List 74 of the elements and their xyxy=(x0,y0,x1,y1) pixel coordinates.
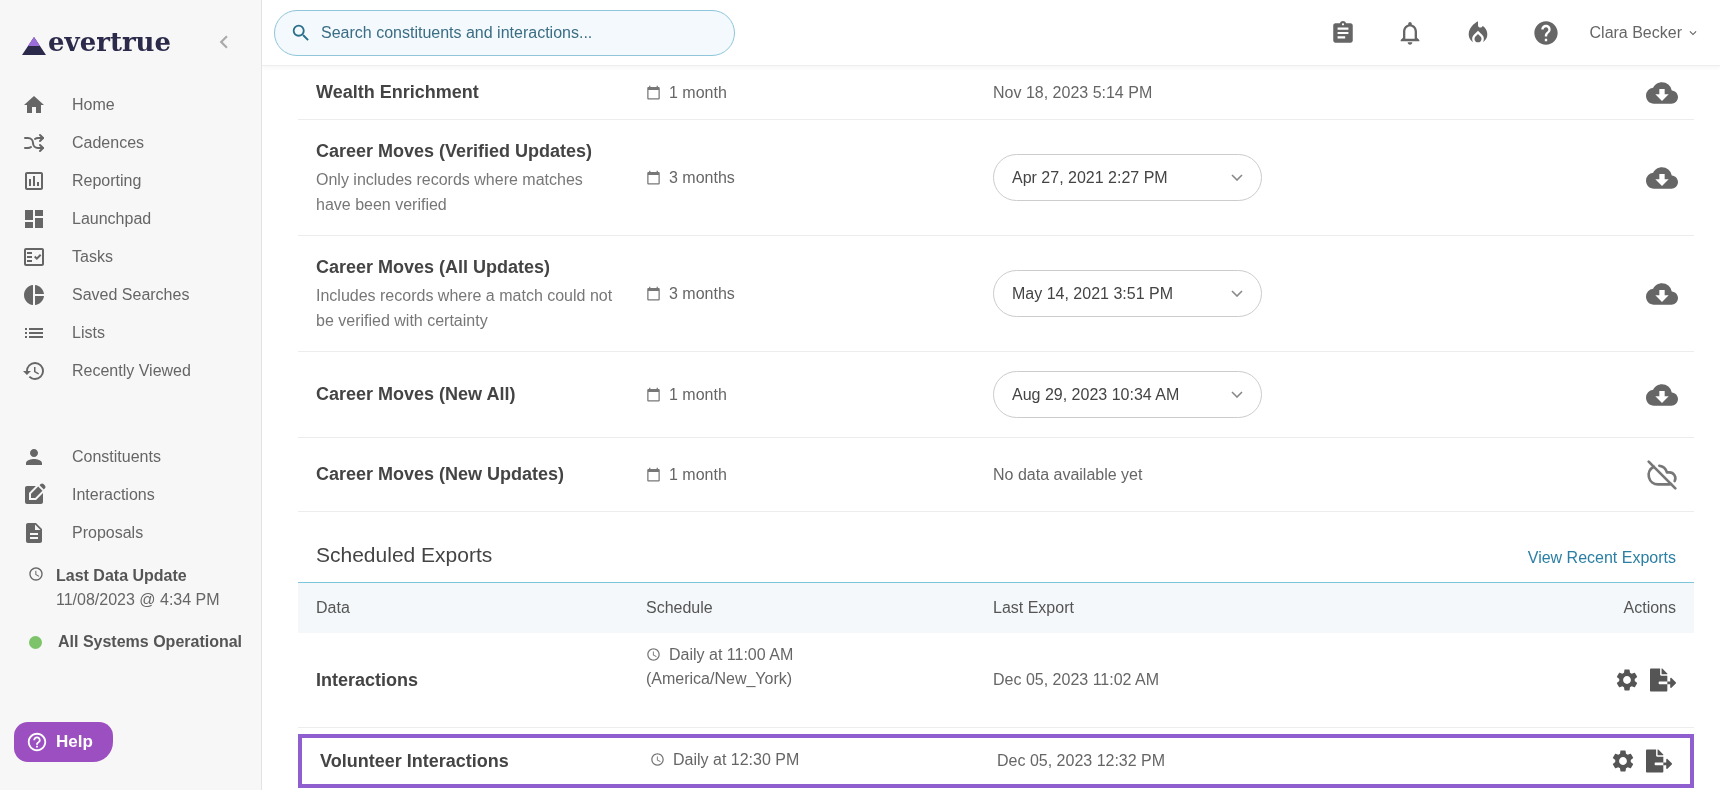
clock-icon xyxy=(650,752,665,767)
checklist-icon xyxy=(22,245,46,269)
cloud-off-icon xyxy=(1646,458,1678,491)
file-export-icon[interactable] xyxy=(1646,748,1672,774)
nav-item[interactable]: Home xyxy=(0,86,261,124)
date-dropdown[interactable]: Aug 29, 2023 10:34 AM xyxy=(993,371,1262,418)
column-header: Actions xyxy=(1623,598,1677,618)
calendar-icon xyxy=(646,85,661,100)
nav-item[interactable]: Proposals xyxy=(0,514,261,552)
last-update-value: 11/08/2023 @ 4:34 PM xyxy=(56,590,220,610)
feed-duration: 1 month xyxy=(669,384,727,405)
calendar-icon xyxy=(646,387,661,402)
feed-last-update: No data available yet xyxy=(993,465,1143,483)
feed-duration: 1 month xyxy=(669,82,727,103)
export-name: Volunteer Interactions xyxy=(319,749,510,773)
file-export-icon[interactable] xyxy=(1650,667,1676,693)
feed-name: Career Moves (Verified Updates) xyxy=(316,140,594,163)
feed-description: Includes records where a match could not be verified with certainty xyxy=(316,286,614,331)
feed-duration: 1 month xyxy=(669,464,727,485)
caret-icon xyxy=(1231,391,1243,398)
schedule-text: Daily at 12:30 PM xyxy=(673,750,800,770)
search-field[interactable]: Search constituents and interactions... xyxy=(274,9,735,56)
feed-duration: 3 months xyxy=(669,167,735,188)
feed-last-update: Nov 18, 2023 5:14 PM xyxy=(993,83,1153,101)
calendar-icon xyxy=(646,467,661,482)
last-export: Dec 05, 2023 11:02 AM xyxy=(993,670,1161,690)
nav-item[interactable]: Cadences xyxy=(0,124,261,162)
feed-name: Career Moves (New All) xyxy=(316,383,517,406)
nav-item[interactable]: Tasks xyxy=(0,238,261,276)
logo-wordmark: evertrue xyxy=(48,29,172,55)
column-header: Data xyxy=(315,598,351,618)
view-recent-exports-link[interactable]: View Recent Exports xyxy=(1527,546,1694,570)
report-icon xyxy=(22,169,46,193)
shuffle-icon xyxy=(22,131,46,155)
clock-icon xyxy=(28,566,44,582)
schedule-text: (America/New_York) xyxy=(646,669,794,689)
history-icon xyxy=(22,359,46,383)
nav-item[interactable]: Interactions xyxy=(0,476,261,514)
feed-name: Wealth Enrichment xyxy=(316,81,480,104)
status-label: All Systems Operational xyxy=(58,632,243,652)
pie-chart-icon xyxy=(22,283,46,307)
feed-description: Only includes records where matches have been verified xyxy=(316,170,584,215)
nav-item[interactable]: Recently Viewed xyxy=(0,352,261,390)
caret-icon xyxy=(1231,174,1243,181)
clock-icon xyxy=(646,647,661,662)
nav-item[interactable]: Reporting xyxy=(0,162,261,200)
nav-item[interactable]: Lists xyxy=(0,314,261,352)
caret-icon xyxy=(1231,290,1243,297)
nav-item[interactable]: Launchpad xyxy=(0,200,261,238)
dashboard-icon xyxy=(22,207,46,231)
calendar-icon xyxy=(646,286,661,301)
export-name: Interactions xyxy=(315,668,420,692)
settings-icon[interactable] xyxy=(1610,748,1636,774)
feed-name: Career Moves (New Updates) xyxy=(316,463,566,486)
calendar-icon xyxy=(646,170,661,185)
settings-icon[interactable] xyxy=(1614,667,1640,693)
help-icon xyxy=(26,731,48,753)
user-menu[interactable]: Clara Becker xyxy=(1589,20,1700,45)
schedule-text: Daily at 11:00 AM xyxy=(669,645,794,665)
nav-item[interactable]: Constituents xyxy=(0,438,261,476)
column-header: Last Export xyxy=(993,598,1075,618)
edit-icon xyxy=(22,483,46,507)
help-icon[interactable] xyxy=(1531,18,1560,47)
nav-item[interactable]: Saved Searches xyxy=(0,276,261,314)
help-button[interactable]: Help xyxy=(14,722,113,762)
last-update-label: Last Data Update xyxy=(56,566,188,586)
feed-name: Career Moves (All Updates) xyxy=(316,256,552,279)
logo-triangle-icon xyxy=(22,37,46,55)
section-title: Scheduled Exports xyxy=(315,541,493,568)
date-dropdown[interactable]: May 14, 2021 3:51 PM xyxy=(993,270,1262,317)
column-header: Schedule xyxy=(646,598,714,618)
feed-duration: 3 months xyxy=(669,283,735,304)
last-export: Dec 05, 2023 12:32 PM xyxy=(997,751,1167,771)
date-dropdown[interactable]: Apr 27, 2021 2:27 PM xyxy=(993,154,1262,201)
